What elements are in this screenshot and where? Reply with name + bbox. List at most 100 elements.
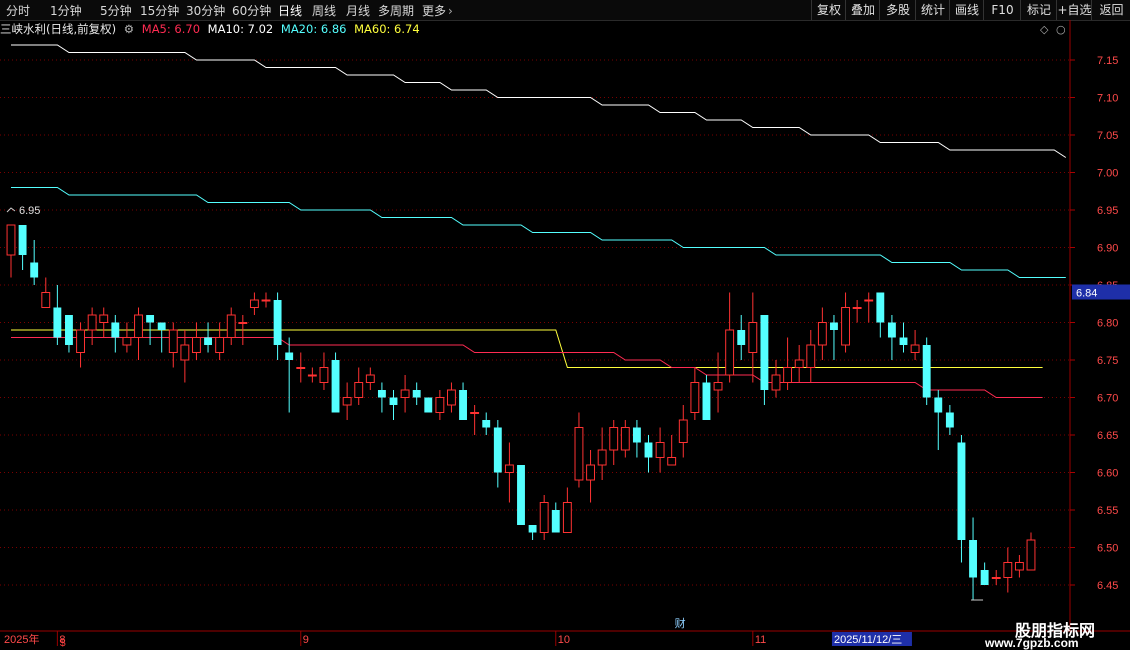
toolbar-button-6[interactable]: 标记: [1020, 0, 1057, 20]
period-toolbar: 分时 1分钟 5分钟 15分钟 30分钟 60分钟 日线 周线 月线 多周期 更多 › 复权 叠加 多股 统计…: [0, 0, 1130, 21]
high-price-marker: 6.95: [19, 205, 40, 217]
period-tab-7[interactable]: 周线: [312, 2, 336, 19]
candle-body-up: [134, 314, 143, 338]
current-price-label: 6.84: [1076, 288, 1097, 300]
candle-body-down: [517, 465, 525, 525]
candle-body-down: [760, 315, 769, 390]
candle-body-up: [435, 397, 445, 413]
candle-body-up: [99, 314, 109, 323]
candle-body-up: [783, 367, 793, 383]
candle-body-down: [957, 442, 966, 540]
candle-body-down: [737, 330, 746, 345]
candle-body-up: [991, 577, 1001, 579]
y-tick-label: 6.70: [1097, 393, 1118, 405]
candle-body-up: [400, 389, 410, 398]
watermark-url: www.7gpzb.com: [984, 636, 1079, 650]
candle-body-down: [65, 315, 73, 345]
candle-body-down: [459, 390, 467, 420]
period-tab-5[interactable]: 60分钟: [232, 2, 271, 19]
toolbar-button-4[interactable]: 画线: [949, 0, 984, 20]
x-tick-label: 9: [303, 634, 309, 646]
toolbar-button-5[interactable]: F10: [983, 0, 1021, 20]
candle-body-up: [817, 322, 827, 346]
candle-body-down: [644, 442, 653, 458]
x-tick-label: 10: [558, 634, 570, 646]
candle-body-down: [30, 262, 39, 278]
candle-body-down: [830, 322, 838, 330]
candle-body-down: [146, 315, 155, 323]
candle-body-up: [192, 337, 201, 353]
x-tick-label: 2025年: [4, 632, 39, 646]
candle-body-up: [655, 442, 665, 458]
candle-body-up: [667, 457, 677, 466]
candle-body-up: [620, 427, 630, 451]
y-tick-label: 6.95: [1097, 205, 1118, 217]
candle-body-up: [447, 389, 456, 406]
candle-body-up: [539, 502, 549, 533]
candlestick-chart[interactable]: 7.157.107.057.006.956.906.856.806.756.70…: [0, 20, 1130, 650]
ma-line-ma60: [11, 329, 1043, 368]
candle-body-up: [910, 344, 920, 353]
toolbar-button-8[interactable]: 返回: [1091, 0, 1130, 20]
candle-body-up: [249, 299, 259, 308]
period-tab-3[interactable]: 15分钟: [140, 2, 179, 19]
candle-body-up: [296, 367, 306, 369]
candle-body-up: [307, 374, 317, 377]
candle-body-down: [377, 390, 386, 398]
y-tick-label: 7.00: [1097, 168, 1118, 180]
toolbar-button-7[interactable]: +自选: [1056, 0, 1092, 20]
candle-body-up: [609, 427, 619, 451]
candle-body-down: [412, 390, 421, 398]
y-tick-label: 6.55: [1097, 505, 1118, 517]
candle-body-down: [157, 322, 166, 330]
candle-body-up: [841, 307, 850, 346]
candle-body-up: [76, 329, 85, 353]
candle-body-up: [771, 374, 781, 391]
candle-body-up: [365, 374, 375, 383]
period-tab-10[interactable]: 更多 ›: [422, 2, 453, 19]
candle-body-down: [887, 322, 896, 338]
period-tab-9[interactable]: 多周期: [378, 2, 414, 19]
chevron-right-icon: ›: [448, 4, 453, 18]
toolbar-button-3[interactable]: 统计: [915, 0, 950, 20]
candle-body-up: [168, 329, 178, 353]
candle-body-up: [354, 382, 364, 398]
candle-body-up: [852, 307, 862, 309]
toolbar-button-1[interactable]: 叠加: [845, 0, 880, 20]
period-tab-8[interactable]: 月线: [346, 2, 370, 19]
candle-body-up: [690, 382, 700, 413]
period-tab-1[interactable]: 1分钟: [50, 2, 82, 19]
candle-body-down: [18, 225, 27, 255]
candle-body-up: [6, 224, 16, 256]
candle-body-up: [748, 322, 758, 353]
period-tab-4[interactable]: 30分钟: [186, 2, 225, 19]
candle-body-up: [574, 427, 584, 481]
candle-body-up: [319, 367, 329, 383]
period-tab-6[interactable]: 日线: [278, 2, 302, 19]
y-tick-label: 7.15: [1097, 55, 1118, 67]
period-tab-0[interactable]: 分时: [6, 2, 30, 19]
candle-body-down: [934, 397, 943, 413]
candle-body-up: [261, 299, 271, 302]
period-tab-2[interactable]: 5分钟: [100, 2, 132, 19]
candle-body-up: [470, 412, 480, 414]
candle-body-up: [122, 337, 132, 346]
candle-body-down: [980, 570, 989, 585]
candle-body-down: [285, 352, 294, 360]
toolbar-button-2[interactable]: 多股: [879, 0, 916, 20]
candle-body-up: [864, 299, 874, 302]
candle-body-down: [204, 337, 212, 345]
date-cursor-label: 2025/11/12/三: [834, 634, 902, 646]
candle-body-down: [922, 345, 931, 398]
y-tick-label: 6.80: [1097, 318, 1118, 330]
candle-body-down: [389, 397, 398, 405]
toolbar-button-0[interactable]: 复权: [811, 0, 846, 20]
candle-body-down: [876, 292, 885, 323]
candle-body-up: [597, 449, 607, 466]
candle-body-up: [1026, 539, 1036, 571]
candle-body-down: [632, 427, 641, 443]
candle-body-down: [899, 337, 908, 345]
y-tick-label: 7.05: [1097, 130, 1118, 142]
y-tick-label: 6.45: [1097, 580, 1118, 592]
candle-body-down: [493, 427, 502, 473]
